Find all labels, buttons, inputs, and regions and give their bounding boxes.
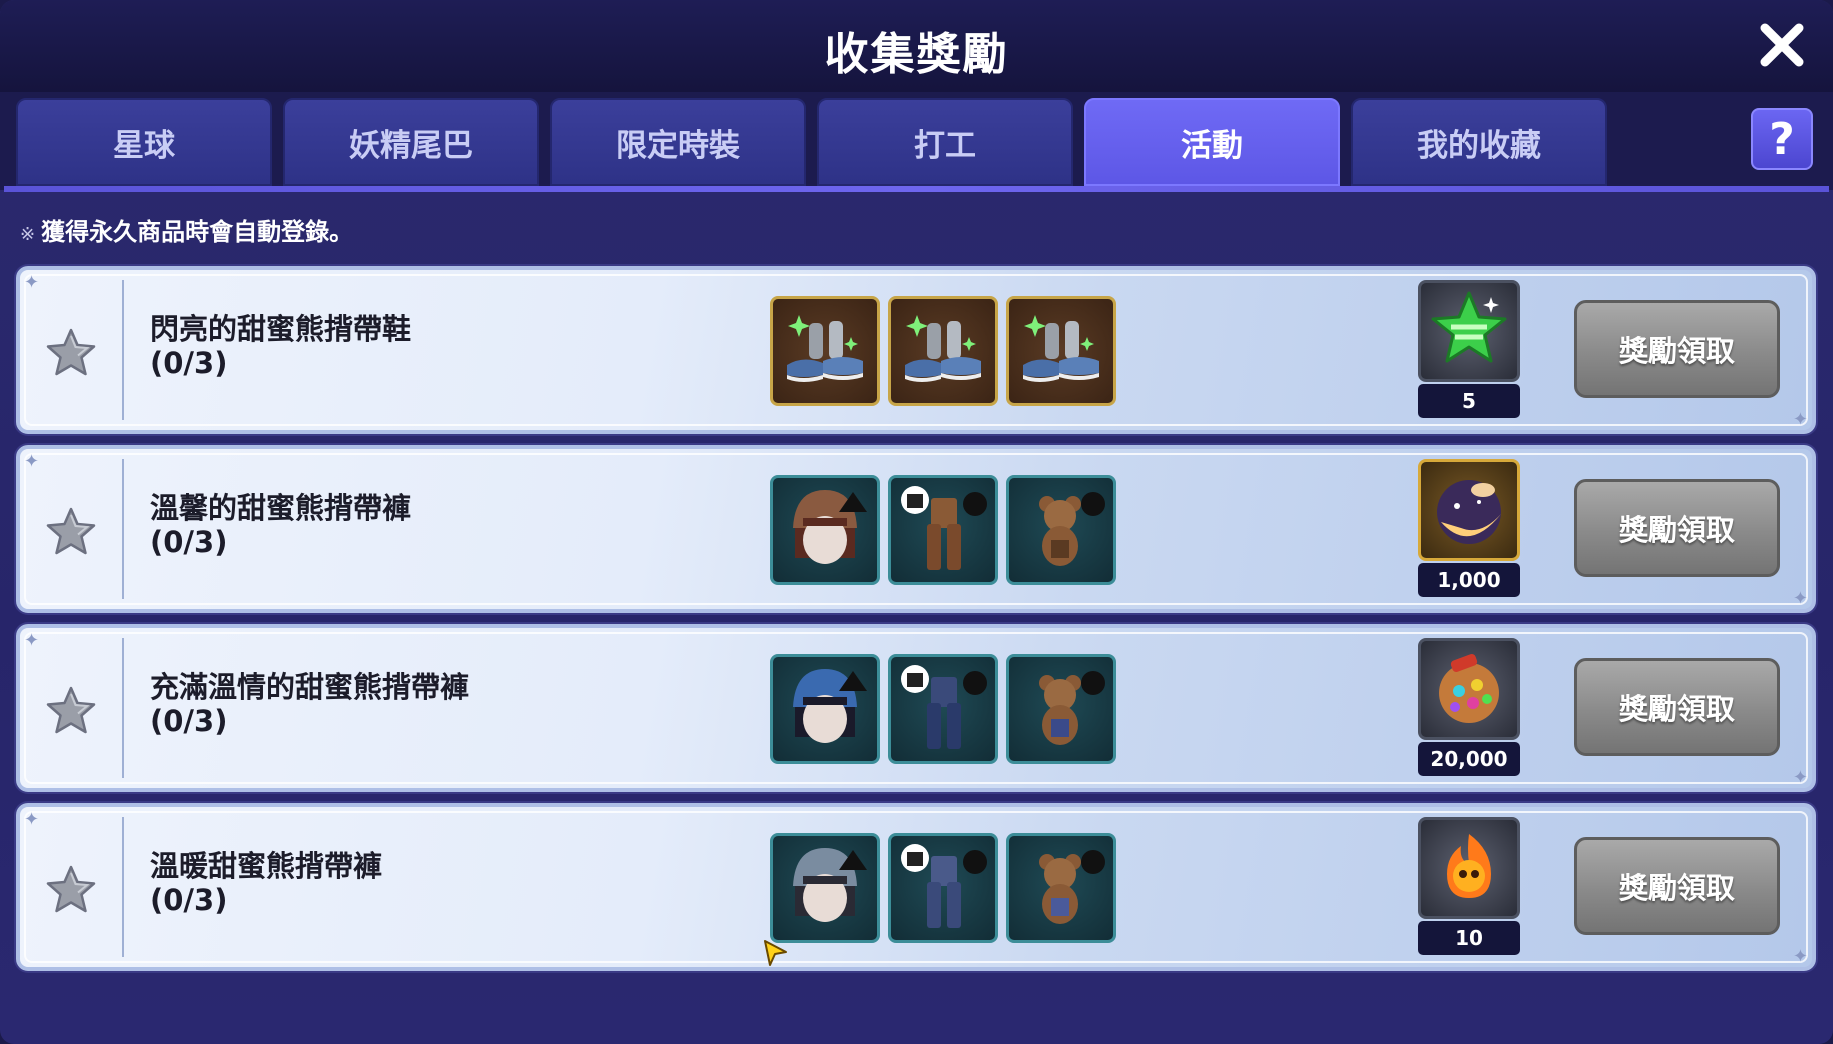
blue-teddy-bear-item[interactable]	[1006, 654, 1116, 764]
sparkle-icon: ✦	[24, 451, 40, 472]
collection-progress: (0/3)	[150, 525, 228, 559]
sparkle-icon: ✦	[24, 272, 40, 293]
help-button[interactable]: ?	[1751, 108, 1813, 170]
sparkle-icon: ✦	[1792, 946, 1808, 967]
denim-teddy-bear-item[interactable]	[1006, 833, 1116, 943]
collection-name: 閃亮的甜蜜熊揹帶鞋	[150, 312, 412, 346]
reward-count: 10	[1418, 921, 1520, 955]
sparkle-icon: ✦	[24, 630, 40, 651]
tab-planet[interactable]: 星球	[16, 98, 272, 186]
claim-reward-button[interactable]: 獎勵領取	[1574, 837, 1780, 935]
row-title: 閃亮的甜蜜熊揹帶鞋 (0/3)	[150, 312, 411, 380]
tab-part-time[interactable]: 打工	[817, 98, 1073, 186]
collection-progress: (0/3)	[150, 704, 228, 738]
title-bar: 收集獎勵	[0, 0, 1833, 92]
tab-event[interactable]: 活動	[1084, 98, 1340, 186]
favorite-star-icon[interactable]	[44, 684, 98, 738]
collection-progress: (0/3)	[150, 883, 228, 917]
collection-row: ✦ ✦ 閃亮的甜蜜熊揹帶鞋 (0/3) 5 獎勵領取	[16, 266, 1816, 434]
claim-reward-button[interactable]: 獎勵領取	[1574, 479, 1780, 577]
favorite-star-icon[interactable]	[44, 863, 98, 917]
claim-reward-button[interactable]: 獎勵領取	[1574, 300, 1780, 398]
cursor-icon	[764, 940, 787, 966]
moon-orb-icon[interactable]	[1418, 459, 1520, 561]
collection-row: ✦ ✦ 充滿溫情的甜蜜熊揹帶褲 (0/3) 20,000 獎勵領取	[16, 624, 1816, 792]
row-title: 溫暖甜蜜熊揹帶褲 (0/3)	[150, 849, 382, 917]
sparkle-shoes-item[interactable]	[888, 296, 998, 406]
collection-progress: (0/3)	[150, 346, 228, 380]
sparkle-icon: ✦	[1792, 767, 1808, 788]
navy-overalls-item[interactable]	[888, 654, 998, 764]
notice-message: 獲得永久商品時會自動登錄。	[41, 218, 354, 246]
sparkle-icon: ✦	[1792, 409, 1808, 430]
tab-fairy-tail[interactable]: 妖精尾巴	[283, 98, 539, 186]
tab-my-collection[interactable]: 我的收藏	[1351, 98, 1607, 186]
claim-reward-button[interactable]: 獎勵領取	[1574, 658, 1780, 756]
collection-row: ✦ ✦ 溫暖甜蜜熊揹帶褲 (0/3) 10 獎勵領取	[16, 803, 1816, 971]
reward-count: 1,000	[1418, 563, 1520, 597]
collection-name: 溫馨的甜蜜熊揹帶褲	[150, 491, 412, 525]
blue-beanie-hair-item[interactable]	[770, 654, 880, 764]
sparkle-icon: ✦	[24, 809, 40, 830]
favorite-star-icon[interactable]	[44, 505, 98, 559]
window-title: 收集獎勵	[824, 29, 1009, 80]
grey-beanie-hair-item[interactable]	[770, 833, 880, 943]
brown-beanie-hair-item[interactable]	[770, 475, 880, 585]
brown-teddy-bear-item[interactable]	[1006, 475, 1116, 585]
tab-underline	[4, 186, 1829, 192]
sparkle-shoes-item[interactable]	[1006, 296, 1116, 406]
reward-count: 5	[1418, 384, 1520, 418]
row-title: 充滿溫情的甜蜜熊揹帶褲 (0/3)	[150, 670, 469, 738]
sparkle-shoes-item[interactable]	[770, 296, 880, 406]
favorite-star-icon[interactable]	[44, 326, 98, 380]
brown-overalls-item[interactable]	[888, 475, 998, 585]
sparkle-icon: ✦	[1792, 588, 1808, 609]
fire-spirit-icon[interactable]	[1418, 817, 1520, 919]
candy-jar-icon[interactable]	[1418, 638, 1520, 740]
notice-mark: ※	[20, 224, 36, 245]
row-title: 溫馨的甜蜜熊揹帶褲 (0/3)	[150, 491, 411, 559]
close-icon[interactable]	[1757, 20, 1807, 70]
reward-count: 20,000	[1418, 742, 1520, 776]
denim-overalls-item[interactable]	[888, 833, 998, 943]
collection-name: 充滿溫情的甜蜜熊揹帶褲	[150, 670, 470, 704]
notice-text: ※ 獲得永久商品時會自動登錄。	[20, 212, 353, 247]
collection-name: 溫暖甜蜜熊揹帶褲	[150, 849, 383, 883]
tab-limited-costume[interactable]: 限定時裝	[550, 98, 806, 186]
collection-row: ✦ ✦ 溫馨的甜蜜熊揹帶褲 (0/3) 1,000 獎勵領取	[16, 445, 1816, 613]
collection-rewards-window: 收集獎勵 星球 妖精尾巴 限定時裝 打工 活動 我的收藏 ? ※ 獲得永久商品時會…	[0, 0, 1833, 1044]
green-star-icon[interactable]	[1418, 280, 1520, 382]
